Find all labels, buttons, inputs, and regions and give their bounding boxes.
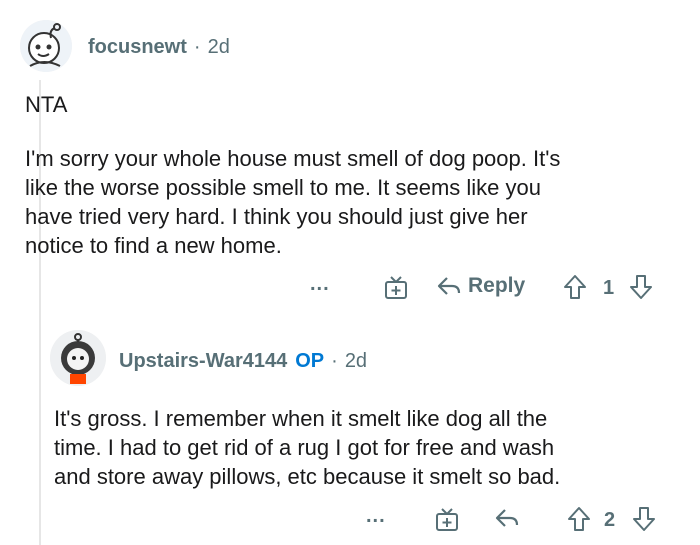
username[interactable]: focusnewt [88,36,187,59]
snoo-avatar-icon [50,330,106,386]
comment-meta: Upstairs-War4144 OP · 2d [119,350,367,373]
vote-count: 1 [603,277,615,299]
comment-line: NTA [25,92,68,117]
award-button[interactable] [382,273,410,301]
upvote-icon [568,507,590,531]
comment-line: like the worse possible smell to me. It … [25,175,541,200]
downvote-button[interactable] [631,505,657,533]
upvote-icon [564,275,586,299]
upvote-button[interactable] [562,273,588,301]
meta-separator: · [193,36,201,58]
comment-line: notice to find a new home. [25,233,282,258]
username[interactable]: Upstairs-War4144 [119,350,287,373]
comment-age: 2d [207,36,230,58]
upvote-button[interactable] [566,505,592,533]
award-icon [436,508,458,531]
snoo-avatar-icon [20,20,72,72]
award-icon [385,276,407,299]
comment-line: and store away pillows, etc because it s… [54,464,561,489]
reply-button[interactable] [494,505,520,531]
comment-actions: ... 2 [0,502,700,536]
comment-line: have tried very hard. I think you should… [25,204,528,229]
op-badge: OP [295,350,325,372]
comment-line: time. I had to get rid of a rug I got fo… [54,435,555,460]
comment-meta: focusnewt · 2d [88,36,230,59]
reply-arrow-icon [495,509,519,527]
vote-count: 2 [604,509,616,531]
award-button[interactable] [433,505,461,533]
reply-button[interactable]: Reply [436,273,525,299]
comment-line: I'm sorry your whole house must smell of… [25,146,561,171]
more-button[interactable]: ... [366,506,386,526]
downvote-button[interactable] [628,273,654,301]
downvote-icon [630,275,652,299]
downvote-icon [633,507,655,531]
reply-arrow-icon [437,277,461,295]
avatar[interactable] [50,330,106,386]
comment-body: It's gross. I remember when it smelt lik… [54,404,694,491]
comment-line: It's gross. I remember when it smelt lik… [54,406,548,431]
reply-label: Reply [468,274,526,297]
more-button[interactable]: ... [310,274,330,294]
comment-body: NTA I'm sorry your whole house must smel… [25,90,685,260]
comment-actions: ... Reply 1 [0,270,700,304]
more-icon: ... [366,505,386,527]
more-icon: ... [310,273,330,295]
comment-age: 2d [344,350,368,372]
avatar[interactable] [20,20,72,72]
meta-separator: · [331,350,338,372]
